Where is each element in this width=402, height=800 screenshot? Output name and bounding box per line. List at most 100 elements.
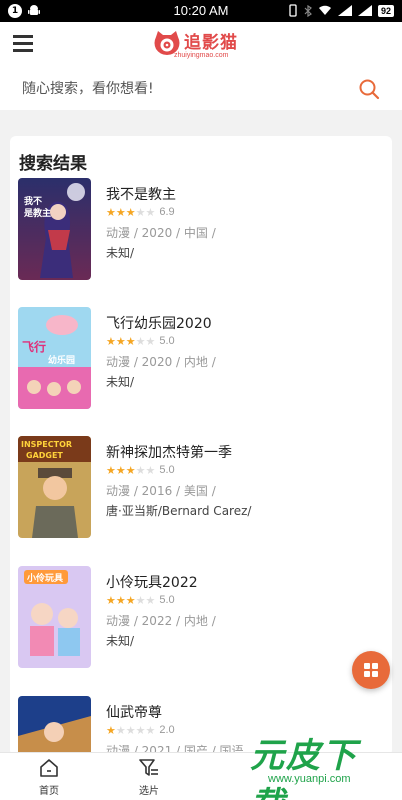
grid-cell — [364, 663, 370, 669]
result-meta: 动漫 / 2016 / 美国 / — [106, 484, 216, 498]
rating: ★ ★ ★ ★ ★ 5.0 — [106, 464, 175, 476]
star-icon: ★ — [135, 205, 146, 219]
rating: ★ ★ ★ ★ ★ 5.0 — [106, 335, 175, 347]
star-icon: ★ — [145, 205, 156, 219]
nav-filter-label: 选片 — [139, 786, 159, 797]
menu-line — [13, 49, 33, 52]
watermark-text: 元皮下载 — [250, 736, 358, 800]
result-item[interactable]: 我不 是教主 我不是教主 ★ ★ ★ ★ ★ 6.9 动漫 / 2020 / 中国 / … — [10, 178, 392, 283]
poster-image[interactable] — [18, 696, 91, 756]
result-people: 唐·亚当斯/Bernard Carez/ — [106, 504, 252, 518]
star-icon: ★ — [106, 723, 116, 737]
nav-home[interactable]: 首页 — [19, 757, 79, 799]
home-icon — [40, 759, 58, 777]
result-item[interactable]: 小伶玩具 小伶玩具2022 ★ ★ ★ ★ ★ 5.0 动漫 / 2022 / 内地 /… — [10, 566, 392, 671]
result-meta: 动漫 / 2020 / 中国 / — [106, 226, 216, 240]
result-item[interactable]: INSPECTOR GADGET 新神探加杰特第一季 ★ ★ ★ ★ ★ 5.0 动漫 … — [10, 436, 392, 541]
search-input[interactable] — [22, 76, 342, 102]
star-icon: ★ — [115, 334, 126, 348]
category-fab-button[interactable] — [352, 651, 390, 689]
menu-button[interactable] — [13, 35, 33, 52]
star-rating: ★ ★ ★ ★ ★ — [106, 725, 155, 736]
star-icon: ★ — [115, 205, 126, 219]
rating-value: 5.0 — [159, 464, 175, 476]
star-icon: ★ — [106, 593, 116, 607]
search-results: 搜索结果 我不 是教主 我不是教主 ★ ★ ★ ★ ★ 6.9 动漫 / 2020 / … — [10, 136, 392, 756]
result-title[interactable]: 新神探加杰特第一季 — [106, 442, 232, 462]
poster-image[interactable]: 我不 是教主 — [18, 178, 91, 280]
poster-image[interactable]: 飞行 幼乐园 — [18, 307, 91, 409]
star-icon: ★ — [145, 463, 156, 477]
result-title[interactable]: 仙武帝尊 — [106, 702, 162, 722]
result-title[interactable]: 小伶玩具2022 — [106, 572, 198, 592]
result-title[interactable]: 飞行幼乐园2020 — [106, 313, 212, 333]
app-logo[interactable]: 追影猫 zhuiyingmao.com — [152, 27, 252, 63]
svg-text:小伶玩具: 小伶玩具 — [26, 572, 63, 584]
grid-cell — [364, 671, 370, 677]
watermark-url: www.yuanpi.com — [268, 773, 351, 785]
poster-image[interactable]: INSPECTOR GADGET — [18, 436, 91, 538]
star-icon: ★ — [145, 723, 156, 737]
result-meta: 动漫 / 2020 / 内地 / — [106, 355, 216, 369]
poster-art: 我不 是教主 — [18, 178, 91, 280]
star-icon: ★ — [125, 463, 136, 477]
star-icon: ★ — [106, 463, 116, 477]
result-people: 未知/ — [106, 375, 135, 389]
star-icon: ★ — [125, 334, 136, 348]
bluetooth-icon — [304, 4, 312, 17]
star-icon: ★ — [106, 334, 116, 348]
result-title[interactable]: 我不是教主 — [106, 184, 176, 204]
rating: ★ ★ ★ ★ ★ 2.0 — [106, 724, 175, 736]
rating: ★ ★ ★ ★ ★ 5.0 — [106, 594, 175, 606]
signal-2-icon — [357, 5, 372, 16]
star-icon: ★ — [115, 593, 126, 607]
wifi-icon — [318, 5, 331, 15]
vibrate-icon — [289, 4, 297, 17]
poster-art: INSPECTOR GADGET — [18, 436, 91, 538]
search-bar — [0, 68, 402, 110]
star-rating: ★ ★ ★ ★ ★ — [106, 207, 155, 218]
result-item[interactable]: 飞行 幼乐园 飞行幼乐园2020 ★ ★ ★ ★ ★ 5.0 动漫 / 2020 / 内… — [10, 307, 392, 412]
result-people: 未知/ — [106, 246, 135, 260]
poster-art — [18, 696, 91, 756]
rating-value: 2.0 — [159, 724, 175, 736]
filter-icon — [139, 759, 158, 776]
logo-text: 追影猫 — [184, 33, 238, 53]
watermark: 元皮下载 www.yuanpi.com — [242, 728, 392, 800]
star-icon: ★ — [115, 463, 126, 477]
poster-image[interactable]: 小伶玩具 — [18, 566, 91, 668]
result-meta: 动漫 / 2022 / 内地 / — [106, 614, 216, 628]
menu-line — [13, 35, 33, 38]
nav-home-label: 首页 — [39, 786, 59, 797]
svg-text:INSPECTOR: INSPECTOR — [21, 440, 72, 449]
logo-url: zhuiyingmao.com — [174, 52, 229, 59]
grid-cell — [372, 663, 378, 669]
star-icon: ★ — [125, 205, 136, 219]
star-icon: ★ — [125, 593, 136, 607]
rating-value: 5.0 — [159, 335, 175, 347]
status-bar: 1 10:20 AM 92 — [0, 0, 402, 22]
rating-value: 5.0 — [159, 594, 175, 606]
star-icon: ★ — [135, 723, 146, 737]
svg-text:GADGET: GADGET — [26, 451, 63, 460]
results-title: 搜索结果 — [19, 154, 87, 174]
poster-art: 小伶玩具 — [18, 566, 91, 668]
grid-icon — [364, 663, 378, 677]
star-icon: ★ — [135, 593, 146, 607]
star-icon: ★ — [115, 723, 126, 737]
grid-cell — [372, 671, 378, 677]
star-icon: ★ — [106, 205, 116, 219]
menu-line — [13, 42, 33, 45]
star-rating: ★ ★ ★ ★ ★ — [106, 465, 155, 476]
nav-filter[interactable]: 选片 — [119, 757, 179, 799]
svg-text:是教主: 是教主 — [23, 207, 51, 219]
star-icon: ★ — [135, 334, 146, 348]
star-icon: ★ — [135, 463, 146, 477]
star-icon: ★ — [125, 723, 136, 737]
search-icon[interactable] — [357, 77, 381, 101]
svg-text:飞行: 飞行 — [22, 339, 46, 354]
svg-text:幼乐园: 幼乐园 — [48, 354, 75, 366]
star-rating: ★ ★ ★ ★ ★ — [106, 595, 155, 606]
signal-icon — [337, 5, 352, 16]
rating-value: 6.9 — [159, 206, 175, 218]
